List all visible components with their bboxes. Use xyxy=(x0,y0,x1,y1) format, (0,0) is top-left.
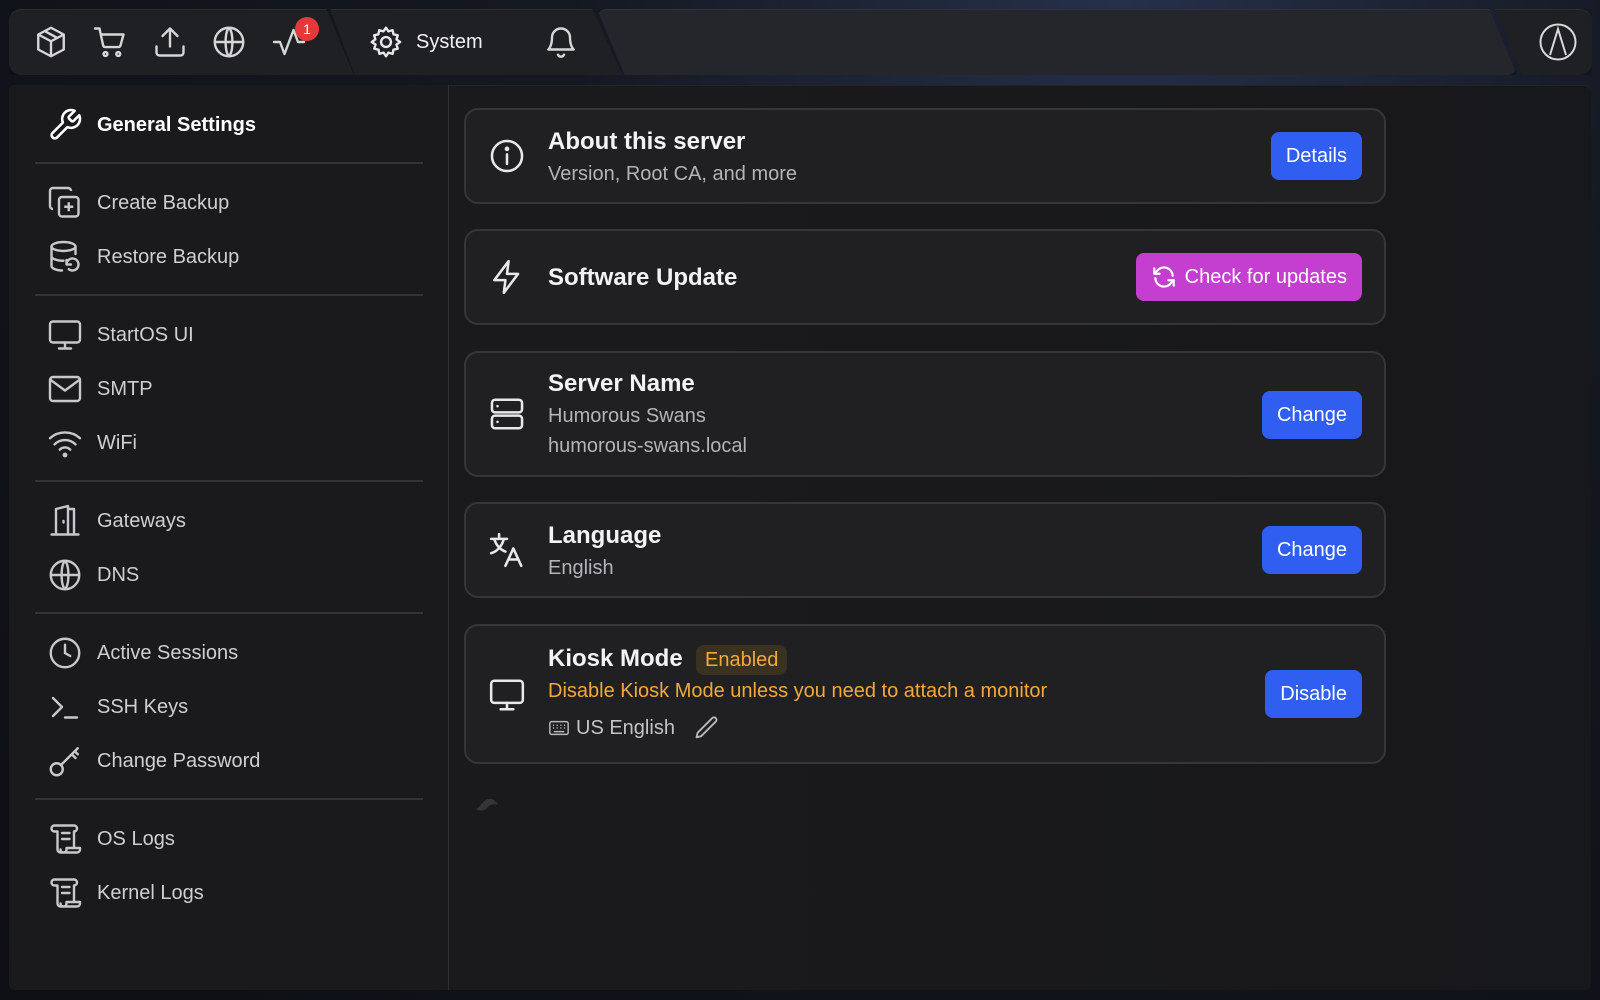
sidebar-item-label: DNS xyxy=(97,563,140,586)
sidebar-item-label: Kernel Logs xyxy=(97,881,204,904)
card-title: Kiosk Mode xyxy=(548,645,683,672)
cart-icon[interactable] xyxy=(92,24,128,60)
key-icon xyxy=(49,747,79,777)
clock-icon xyxy=(49,637,81,669)
keyboard-layout-row: US English xyxy=(548,714,721,742)
door-icon xyxy=(50,504,80,536)
refresh-icon xyxy=(1152,266,1175,288)
info-icon xyxy=(488,137,526,175)
keyboard-icon xyxy=(549,720,569,736)
details-button[interactable]: Details xyxy=(1270,132,1362,180)
sidebar-item-ssh-keys[interactable]: SSH Keys xyxy=(47,685,188,729)
sidebar-item-change-password[interactable]: Change Password xyxy=(47,739,260,783)
kiosk-mode-card: Kiosk Mode Enabled Disable Kiosk Mode un… xyxy=(464,624,1386,764)
wrench-icon xyxy=(50,108,82,140)
sidebar-item-os-logs[interactable]: OS Logs xyxy=(47,817,175,861)
sidebar-item-label: SMTP xyxy=(97,377,153,400)
card-subtitle: Version, Root CA, and more xyxy=(548,163,798,185)
globe-icon xyxy=(49,559,81,591)
sidebar-item-label: StartOS UI xyxy=(97,323,194,346)
sidebar-item-label: SSH Keys xyxy=(97,695,189,718)
server-icon xyxy=(488,395,526,433)
globe-icon[interactable] xyxy=(211,24,247,60)
software-update-card: Software Update Check for updates xyxy=(464,229,1386,325)
copy-plus-icon xyxy=(48,186,80,218)
sidebar-item-label: Create Backup xyxy=(97,191,230,214)
language-value: English xyxy=(548,557,614,579)
sidebar-item-general-settings[interactable]: General Settings xyxy=(47,103,256,147)
sidebar-item-smtp[interactable]: SMTP xyxy=(47,367,153,411)
gear-icon xyxy=(370,26,402,58)
sidebar-item-label: WiFi xyxy=(97,431,137,454)
bell-icon[interactable] xyxy=(543,24,579,60)
notification-count-badge: 1 xyxy=(295,17,319,41)
change-language-button[interactable]: Change xyxy=(1261,526,1362,574)
sidebar-item-restore-backup[interactable]: Restore Backup xyxy=(47,235,239,279)
card-title: Server Name xyxy=(548,370,695,397)
sidebar-item-label: Active Sessions xyxy=(97,641,239,664)
sidebar-divider xyxy=(35,612,423,614)
server-display-name: Humorous Swans xyxy=(548,405,706,427)
sidebar: General Settings Create Backup Restore B… xyxy=(9,85,449,990)
server-name-card: Server Name Humorous Swans humorous-swan… xyxy=(464,351,1386,477)
server-hostname: humorous-swans.local xyxy=(548,435,747,457)
mail-icon xyxy=(48,375,82,403)
status-badge: Enabled xyxy=(696,645,788,675)
card-title: About this server xyxy=(548,128,746,155)
database-restore-icon xyxy=(50,240,80,272)
sidebar-item-wifi[interactable]: WiFi xyxy=(47,421,137,465)
keyboard-layout-value: US English xyxy=(576,716,675,739)
zap-icon xyxy=(488,258,526,296)
monitor-icon xyxy=(48,320,82,350)
check-for-updates-button[interactable]: Check for updates xyxy=(1135,253,1362,301)
sidebar-item-label: General Settings xyxy=(97,113,256,136)
tab-system[interactable]: System xyxy=(368,22,483,62)
sidebar-item-dns[interactable]: DNS xyxy=(47,553,139,597)
scroll-icon xyxy=(50,878,82,908)
faint-decoration-icon xyxy=(474,793,500,813)
system-tab-label: System xyxy=(416,30,483,53)
top-bar: 1 System xyxy=(0,0,1600,80)
language-card: Language English Change xyxy=(464,502,1386,598)
disable-kiosk-button[interactable]: Disable xyxy=(1265,670,1362,718)
kiosk-warning: Disable Kiosk Mode unless you need to at… xyxy=(548,680,1048,702)
sidebar-item-create-backup[interactable]: Create Backup xyxy=(47,181,229,225)
check-for-updates-label: Check for updates xyxy=(1184,265,1347,288)
edit-keyboard-icon[interactable] xyxy=(693,714,721,742)
terminal-icon xyxy=(51,696,79,719)
sidebar-item-startos-ui[interactable]: StartOS UI xyxy=(47,313,194,357)
sidebar-item-label: Gateways xyxy=(97,509,186,532)
monitor-icon xyxy=(488,676,526,714)
upload-icon[interactable] xyxy=(152,24,188,60)
card-title: Software Update xyxy=(548,264,738,291)
wifi-icon xyxy=(48,431,82,458)
startos-logo-icon[interactable] xyxy=(1538,22,1578,62)
about-server-card: About this server Version, Root CA, and … xyxy=(464,108,1386,204)
translate-icon xyxy=(488,531,526,569)
sidebar-item-active-sessions[interactable]: Active Sessions xyxy=(47,631,238,675)
scroll-icon xyxy=(50,824,82,854)
sidebar-item-label: Change Password xyxy=(97,749,261,772)
sidebar-divider xyxy=(35,798,423,800)
card-title: Language xyxy=(548,522,662,549)
sidebar-item-label: Restore Backup xyxy=(97,245,240,268)
sidebar-item-kernel-logs[interactable]: Kernel Logs xyxy=(47,871,204,915)
sidebar-item-gateways[interactable]: Gateways xyxy=(47,499,186,543)
change-server-name-button[interactable]: Change xyxy=(1261,391,1362,439)
package-icon[interactable] xyxy=(33,24,69,60)
sidebar-divider xyxy=(35,294,423,296)
sidebar-divider xyxy=(35,162,423,164)
sidebar-divider xyxy=(35,480,423,482)
sidebar-item-label: OS Logs xyxy=(97,827,175,850)
topbar-empty-segment xyxy=(597,9,1517,75)
